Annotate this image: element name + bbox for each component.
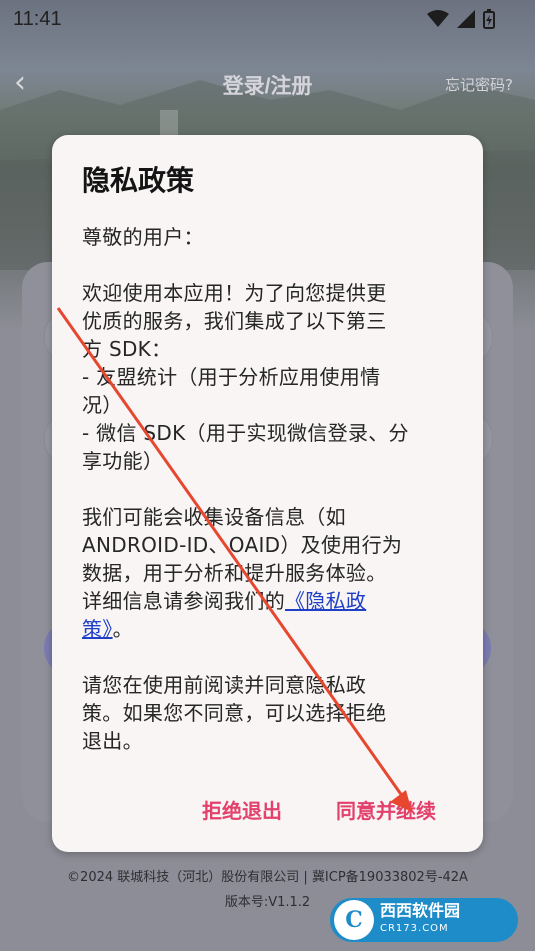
sdk-paragraph-line: 欢迎使用本应用！为了向您提供更: [82, 281, 387, 305]
reject-button[interactable]: 拒绝退出: [202, 795, 282, 824]
watermark-text: 西西软件园 CR173.COM: [380, 902, 460, 938]
dialog-body: 尊敬的用户： 欢迎使用本应用！为了向您提供更 优质的服务，我们集成了以下第三 方…: [82, 223, 457, 755]
consent-paragraph-line: 策。如果您不同意，可以选择拒绝: [82, 701, 387, 725]
sdk-paragraph-line: - 微信 SDK（用于实现微信登录、分: [82, 421, 409, 445]
signal-icon: [457, 10, 475, 28]
sdk-paragraph-line: 享功能）: [82, 449, 164, 473]
consent-paragraph-line: 退出。: [82, 729, 143, 753]
greeting-text: 尊敬的用户：: [82, 225, 204, 249]
consent-paragraph-line: 请您在使用前阅读并同意隐私政: [82, 673, 367, 697]
privacy-dialog: 隐私政策 尊敬的用户： 欢迎使用本应用！为了向您提供更 优质的服务，我们集成了以…: [52, 135, 483, 852]
status-time: 11:41: [13, 8, 62, 30]
copyright-text: ©2024 联城科技（河北）股份有限公司 | 冀ICP备19033802号-42…: [67, 870, 468, 885]
sdk-paragraph-line: 况）: [82, 393, 123, 417]
dialog-title: 隐私政策: [82, 164, 195, 197]
data-paragraph-line: 策》。: [82, 615, 457, 643]
link-tail-text: 。: [112, 617, 133, 641]
sdk-paragraph-line: 方 SDK：: [82, 337, 172, 361]
data-paragraph-line: ANDROID-ID、OAID）及使用行为: [82, 533, 403, 557]
watermark-logo-mark: C: [334, 900, 374, 940]
sdk-paragraph-line: 优质的服务，我们集成了以下第三: [82, 309, 387, 333]
privacy-policy-link[interactable]: 策》: [82, 617, 113, 641]
data-paragraph-line: 我们可能会收集设备信息（如: [82, 505, 346, 529]
agree-button[interactable]: 同意并继续: [336, 795, 436, 824]
status-icons: [427, 9, 495, 29]
privacy-policy-link[interactable]: 《隐私政: [285, 589, 366, 613]
watermark-logo: C 西西软件园 CR173.COM: [330, 898, 518, 942]
watermark-domain: CR173.COM: [380, 923, 449, 934]
data-paragraph-line: 详细信息请参阅我们的《隐私政: [82, 587, 457, 615]
watermark-name: 西西软件园: [380, 901, 461, 920]
forgot-password-link[interactable]: 忘记密码?: [445, 74, 513, 95]
title-bar: ‹ 登录/注册 忘记密码?: [0, 62, 535, 106]
wifi-icon: [427, 10, 449, 27]
sdk-paragraph-line: - 友盟统计（用于分析应用使用情: [82, 365, 381, 389]
battery-icon: [483, 9, 495, 29]
status-bar: 11:41: [0, 0, 535, 38]
data-paragraph-line: 数据，用于分析和提升服务体验。: [82, 561, 387, 585]
link-intro-text: 详细信息请参阅我们的: [82, 589, 285, 613]
